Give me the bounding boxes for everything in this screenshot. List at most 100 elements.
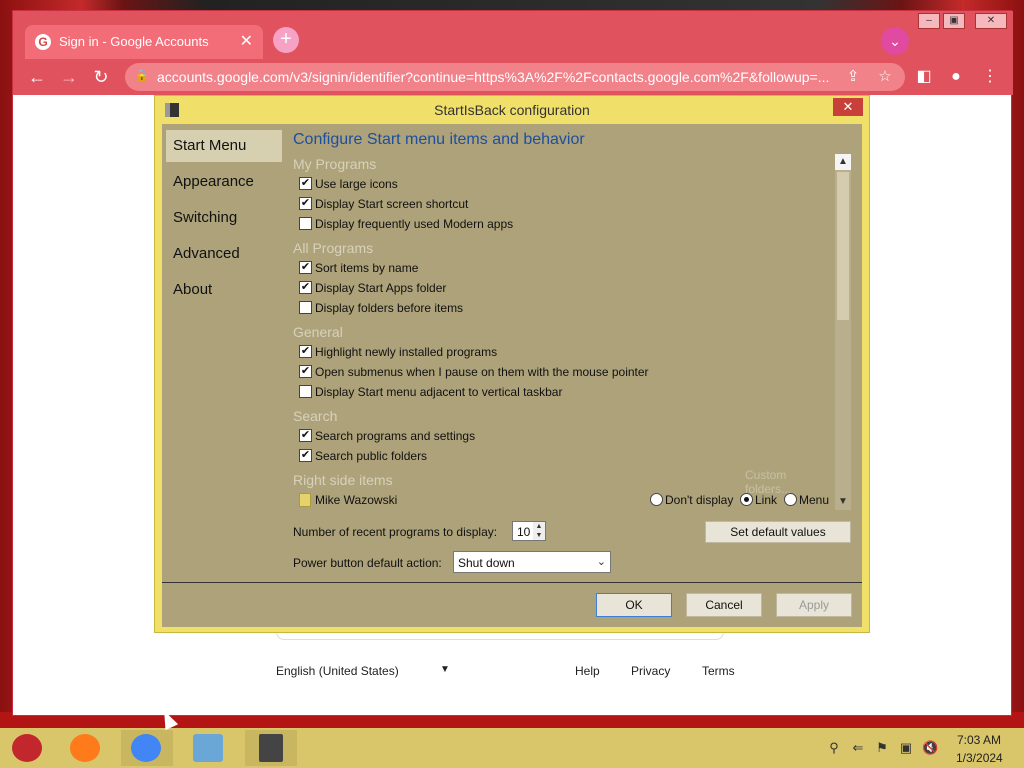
- section-search: Search: [293, 408, 338, 424]
- browser-tabstrip: G Sign in - Google Accounts ✕ + ⌄ – ▣ ✕: [13, 11, 1013, 59]
- taskbar-startisback[interactable]: [245, 730, 297, 766]
- new-tab-button[interactable]: +: [273, 27, 299, 53]
- scroll-down-icon[interactable]: ▼: [835, 494, 851, 510]
- dialog-close-button[interactable]: ✕: [833, 98, 863, 116]
- lock-icon: 🔒: [135, 70, 149, 82]
- power-button-select[interactable]: Shut down ⌄: [453, 551, 611, 573]
- radio-menu[interactable]: [784, 493, 797, 506]
- language-dropdown-icon[interactable]: ▼: [440, 664, 450, 675]
- chrome-icon: [131, 734, 161, 762]
- settings-content: Configure Start menu items and behavior …: [284, 124, 854, 584]
- radio-dont-display-label: Don't display: [665, 493, 734, 507]
- option-label: Display Start screen shortcut: [315, 197, 469, 211]
- dialog-divider: [162, 582, 862, 583]
- flag-icon[interactable]: ⚑: [874, 740, 890, 756]
- checkbox[interactable]: [299, 385, 312, 398]
- ok-button[interactable]: OK: [596, 593, 672, 617]
- nav-switching[interactable]: Switching: [166, 202, 282, 234]
- taskbar: ⚲ ⇐ ⚑ ▣ 🔇: [0, 728, 1024, 768]
- nav-advanced[interactable]: Advanced: [166, 238, 282, 270]
- taskbar-control-panel[interactable]: [183, 730, 235, 766]
- settings-nav: Start Menu Appearance Switching Advanced…: [162, 124, 284, 584]
- content-title: Configure Start menu items and behavior: [293, 131, 585, 148]
- reload-icon[interactable]: ↻: [89, 65, 113, 89]
- browser-toolbar: ← → ↻ 🔒 accounts.google.com/v3/signin/id…: [13, 59, 1013, 95]
- start-orb-button[interactable]: [0, 730, 52, 766]
- scroll-up-icon[interactable]: ▲: [835, 154, 851, 170]
- checkbox[interactable]: ✔: [299, 261, 312, 274]
- radio-menu-label: Menu: [799, 493, 830, 507]
- help-link[interactable]: Help: [575, 664, 600, 678]
- power-button-value: Shut down: [458, 556, 515, 570]
- right-side-item-user[interactable]: Mike Wazowski Don't display Link Menu: [293, 490, 835, 510]
- bookmark-star-icon[interactable]: ☆: [875, 67, 895, 87]
- checkbox[interactable]: ✔: [299, 429, 312, 442]
- set-default-values-button[interactable]: Set default values: [705, 521, 851, 543]
- radio-link[interactable]: [740, 493, 753, 506]
- user-item-label: Mike Wazowski: [315, 493, 398, 507]
- url-text: accounts.google.com/v3/signin/identifier…: [157, 69, 830, 85]
- options-scrollbar[interactable]: ▲ ▼: [835, 154, 851, 510]
- privacy-link[interactable]: Privacy: [631, 664, 670, 678]
- minimize-icon[interactable]: –: [918, 13, 940, 29]
- nav-appearance[interactable]: Appearance: [166, 166, 282, 198]
- startisback-dialog: StartIsBack configuration ✕ Start Menu A…: [154, 95, 870, 633]
- tray-overflow-icon[interactable]: ⇐: [850, 740, 866, 756]
- address-bar[interactable]: 🔒 accounts.google.com/v3/signin/identifi…: [125, 63, 905, 91]
- share-icon[interactable]: ⇪: [843, 67, 863, 87]
- checkbox[interactable]: ✔: [299, 365, 312, 378]
- spin-down-icon[interactable]: ▼: [533, 531, 545, 540]
- cancel-button[interactable]: Cancel: [686, 593, 762, 617]
- option-label: Display frequently used Modern apps: [315, 217, 514, 231]
- checkbox[interactable]: ✔: [299, 177, 312, 190]
- dialog-body: Start Menu Appearance Switching Advanced…: [162, 124, 862, 627]
- volume-muted-icon[interactable]: 🔇: [922, 740, 938, 756]
- network-icon[interactable]: ▣: [898, 740, 914, 756]
- close-window-icon[interactable]: ✕: [975, 13, 1007, 29]
- startisback-icon: [259, 734, 283, 762]
- menu-kebab-icon[interactable]: ⋮: [979, 66, 1001, 88]
- apply-button[interactable]: Apply: [776, 593, 852, 617]
- option-label: Display Start menu adjacent to vertical …: [315, 385, 563, 399]
- firefox-icon: [70, 734, 100, 762]
- option-label: Search public folders: [315, 449, 428, 463]
- nav-start-menu[interactable]: Start Menu: [166, 130, 282, 162]
- options-list: My Programs ✔ Use large icons ✔ Display …: [293, 156, 835, 516]
- checkbox[interactable]: ✔: [299, 197, 312, 210]
- nav-about[interactable]: About: [166, 274, 282, 306]
- checkbox[interactable]: ✔: [299, 345, 312, 358]
- tab-search-icon[interactable]: ⌄: [881, 27, 909, 55]
- profile-avatar-icon[interactable]: ●: [945, 66, 967, 88]
- language-select[interactable]: English (United States): [276, 664, 456, 678]
- dialog-title: StartIsBack configuration: [434, 102, 590, 118]
- forward-arrow-icon[interactable]: →: [57, 65, 81, 89]
- start-orb-icon: [12, 734, 42, 762]
- browser-tab[interactable]: G Sign in - Google Accounts ✕: [25, 25, 263, 59]
- scroll-thumb[interactable]: [837, 172, 849, 320]
- clock-date[interactable]: 1/3/2024: [956, 751, 1003, 765]
- power-button-label: Power button default action:: [293, 556, 442, 570]
- section-right-side-items: Right side items: [293, 472, 393, 488]
- clock-time[interactable]: 7:03 AM: [956, 733, 1002, 747]
- dialog-titlebar[interactable]: StartIsBack configuration ✕: [155, 96, 869, 124]
- taskbar-firefox[interactable]: [60, 730, 112, 766]
- back-arrow-icon[interactable]: ←: [25, 65, 49, 89]
- radio-dont-display[interactable]: [650, 493, 663, 506]
- option-label: Highlight newly installed programs: [315, 345, 498, 359]
- search-icon[interactable]: ⚲: [826, 740, 842, 756]
- spin-up-icon[interactable]: ▲: [533, 522, 545, 531]
- tab-close-icon[interactable]: ✕: [240, 31, 253, 51]
- checkbox[interactable]: ✔: [299, 281, 312, 294]
- checkbox[interactable]: ✔: [299, 449, 312, 462]
- radio-link-label: Link: [755, 493, 778, 507]
- recent-programs-label: Number of recent programs to display:: [293, 525, 498, 539]
- side-panel-icon[interactable]: ◧: [913, 66, 935, 88]
- terms-link[interactable]: Terms: [702, 664, 735, 678]
- option-label: Display folders before items: [315, 301, 464, 315]
- section-my-programs: My Programs: [293, 156, 377, 172]
- recent-programs-stepper[interactable]: 10 ▲ ▼: [512, 521, 546, 541]
- checkbox[interactable]: [299, 217, 312, 230]
- taskbar-chrome[interactable]: [121, 730, 173, 766]
- maximize-icon[interactable]: ▣: [943, 13, 965, 29]
- checkbox[interactable]: [299, 301, 312, 314]
